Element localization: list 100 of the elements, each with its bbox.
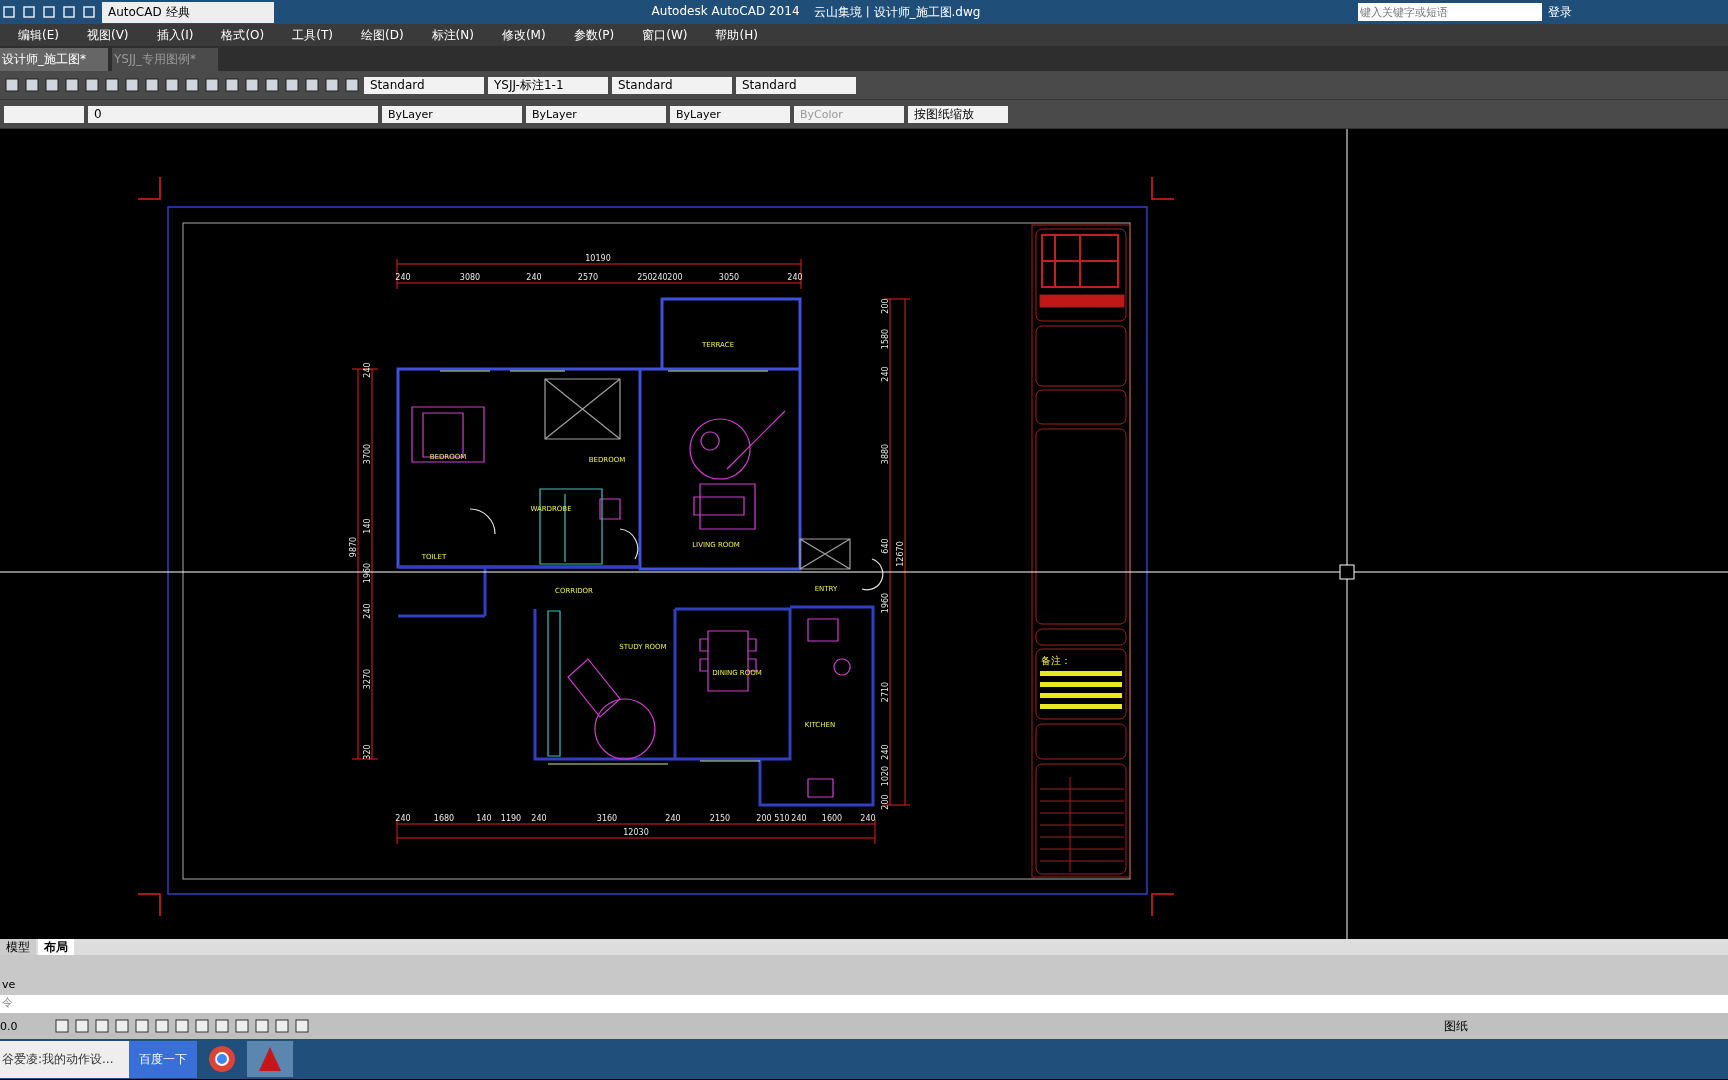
table-style-dropdown[interactable]: Standard: [612, 76, 732, 94]
drafting-toggle-icon[interactable]: [134, 1018, 150, 1034]
toolbar-square-icon[interactable]: [4, 77, 20, 93]
drafting-toggle-icon[interactable]: [154, 1018, 170, 1034]
menu-item[interactable]: 窗口(W): [642, 26, 688, 44]
menu-item[interactable]: 帮助(H): [715, 26, 758, 44]
toolbar-square-icon[interactable]: [224, 77, 240, 93]
toolbar-square-icon[interactable]: [244, 77, 260, 93]
toolbar-square-icon[interactable]: [164, 77, 180, 93]
dimension-text: 240: [363, 603, 372, 619]
quick-access-icon[interactable]: [42, 5, 56, 19]
coordinates-readout: 0.0: [0, 1019, 19, 1033]
menu-item[interactable]: 绘图(D): [360, 26, 404, 44]
drafting-toggle-icon[interactable]: [94, 1018, 110, 1034]
toolbar-square-icon[interactable]: [184, 77, 200, 93]
dimension-text: 3050: [718, 273, 740, 282]
toolbar-square-icon[interactable]: [104, 77, 120, 93]
viewport-scale-dropdown[interactable]: 按图纸缩放: [908, 105, 1008, 123]
color-dropdown[interactable]: ByLayer: [382, 105, 522, 123]
drafting-toggle-icon[interactable]: [74, 1018, 90, 1034]
dimension-text: 200: [881, 794, 890, 810]
drafting-toggle-icon[interactable]: [294, 1018, 310, 1034]
dimension-total: 12030: [623, 828, 649, 837]
workspace-field[interactable]: [4, 105, 84, 123]
sign-in-link[interactable]: 登录: [1548, 3, 1728, 21]
browser-search-field[interactable]: 谷爱凌:我的动作设...: [0, 1040, 129, 1078]
toolbar-square-icon[interactable]: [304, 77, 320, 93]
toolbar-square-icon[interactable]: [144, 77, 160, 93]
dimension-text: 1580: [881, 328, 890, 350]
workspace-dropdown[interactable]: AutoCAD 经典: [102, 1, 274, 23]
dimension-text: 2710: [881, 681, 890, 703]
dimension-text: 2150: [709, 814, 731, 823]
dimension-text: 3080: [459, 273, 481, 282]
dimension-text: 320: [363, 744, 372, 760]
quick-access-icon[interactable]: [2, 5, 16, 19]
dimension-total: 10190: [585, 254, 611, 263]
drafting-toggle-icon[interactable]: [274, 1018, 290, 1034]
toolbar-square-icon[interactable]: [204, 77, 220, 93]
dimension-text: 240: [791, 814, 807, 823]
dimension-text: 240: [395, 273, 411, 282]
quick-access-icon[interactable]: [22, 5, 36, 19]
menu-item[interactable]: 修改(M): [501, 26, 546, 44]
layer-dropdown[interactable]: 0: [88, 105, 378, 123]
dimension-text: 240: [526, 273, 542, 282]
toolbar-square-icon[interactable]: [84, 77, 100, 93]
toolbar-square-icon[interactable]: [64, 77, 80, 93]
toolbar-square-icon[interactable]: [124, 77, 140, 93]
drafting-toggle-icon[interactable]: [214, 1018, 230, 1034]
dimension-text: 200: [756, 814, 772, 823]
dimension-text: 3270: [363, 668, 372, 690]
drafting-toggle-icon[interactable]: [174, 1018, 190, 1034]
menu-item[interactable]: 插入(I): [156, 26, 194, 44]
menu-item[interactable]: 标注(N): [431, 26, 474, 44]
dimension-text: 240: [881, 744, 890, 760]
dimension-text: 1960: [881, 592, 890, 614]
quick-access-icon[interactable]: [82, 5, 96, 19]
toolbar-square-icon[interactable]: [284, 77, 300, 93]
toolbar-square-icon[interactable]: [344, 77, 360, 93]
search-field[interactable]: 键入关键字或短语: [1358, 3, 1542, 21]
dimension-text: 140: [363, 518, 372, 534]
command-history: ve: [1, 978, 17, 993]
menu-item[interactable]: 格式(O): [221, 26, 265, 44]
multileader-style-dropdown[interactable]: Standard: [736, 76, 856, 94]
dimension-text: 3160: [596, 814, 618, 823]
dimension-text: 240: [860, 814, 876, 823]
dimension-text: 240: [395, 814, 411, 823]
drafting-toggle-icon[interactable]: [194, 1018, 210, 1034]
text-style-dropdown[interactable]: Standard: [364, 76, 484, 94]
menu-item[interactable]: 编辑(E): [18, 26, 59, 44]
dimension-text: 2570: [577, 273, 599, 282]
toolbar-square-icon[interactable]: [324, 77, 340, 93]
browser-circle-icon[interactable]: [207, 1044, 237, 1074]
drafting-toggle-icon[interactable]: [54, 1018, 70, 1034]
dimension-text: 640: [881, 538, 890, 554]
menu-item[interactable]: 参数(P): [573, 26, 615, 44]
dimension-text: 1680: [433, 814, 455, 823]
dimension-text: 240: [652, 273, 668, 282]
dimension-total: 9870: [349, 536, 358, 558]
search-button[interactable]: 百度一下: [129, 1040, 197, 1078]
toolbar-square-icon[interactable]: [24, 77, 40, 93]
drafting-toggle-icon[interactable]: [254, 1018, 270, 1034]
document-tab[interactable]: 设计师_施工图*: [0, 48, 108, 71]
dimension-text: 1020: [881, 765, 890, 787]
lineweight-dropdown[interactable]: ByLayer: [670, 105, 790, 123]
dimension-text: 250: [637, 273, 653, 282]
quick-access-icon[interactable]: [62, 5, 76, 19]
dimension-text: 510: [774, 814, 790, 823]
dimension-text: 200: [881, 298, 890, 314]
toolbar-square-icon[interactable]: [264, 77, 280, 93]
menu-item[interactable]: 工具(T): [292, 26, 333, 44]
menu-item[interactable]: 视图(V): [86, 26, 129, 44]
toolbar-square-icon[interactable]: [44, 77, 60, 93]
linetype-dropdown[interactable]: ByLayer: [526, 105, 666, 123]
paper-space-toggle[interactable]: 图纸: [1444, 1017, 1468, 1035]
drafting-toggle-icon[interactable]: [114, 1018, 130, 1034]
dimension-text: 200: [667, 273, 683, 282]
app-title: Autodesk AutoCAD 2014: [651, 3, 800, 20]
drafting-toggle-icon[interactable]: [234, 1018, 250, 1034]
dimension-text: 140: [476, 814, 492, 823]
dimension-style-dropdown[interactable]: YSJJ-标注1-1: [488, 76, 608, 94]
